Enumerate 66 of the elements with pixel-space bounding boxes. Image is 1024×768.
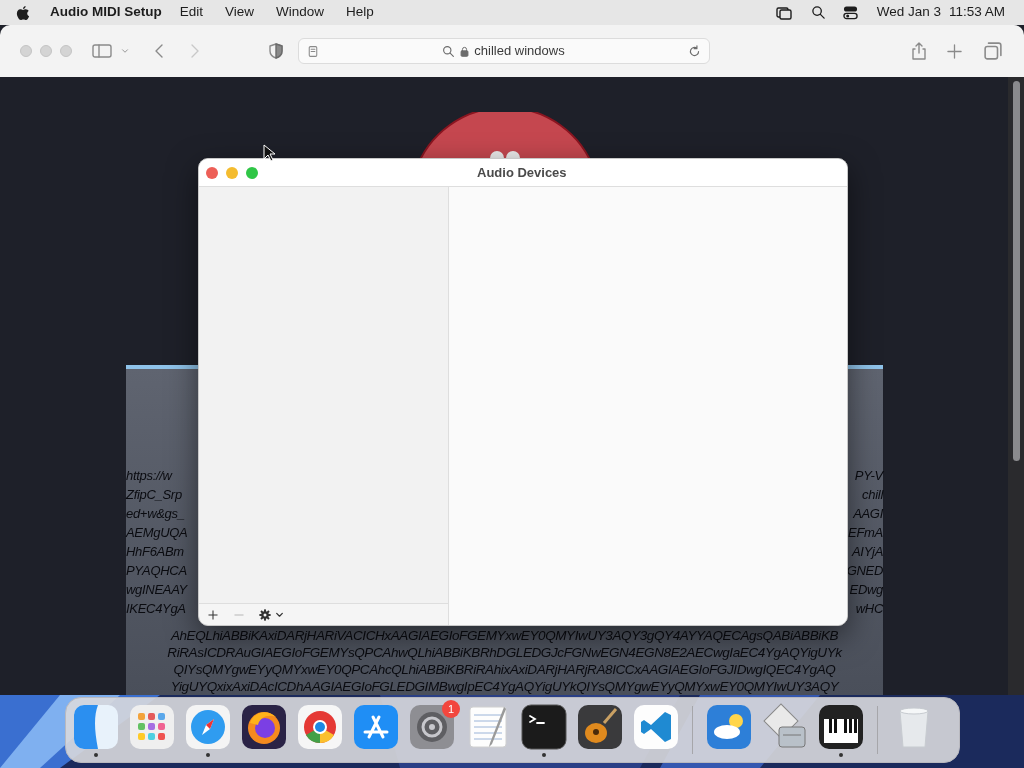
url-text: AEMgUQA — [126, 524, 188, 542]
url-text: https://w — [126, 467, 172, 485]
reload-icon[interactable] — [688, 44, 701, 58]
menu-item[interactable]: Window — [276, 2, 325, 23]
url-text: wgINEAAY — [126, 581, 187, 599]
url-text: EDwg — [849, 581, 883, 599]
url-text: ed+w&gs_ — [126, 505, 185, 523]
url-text: HhF6ABm — [126, 543, 184, 561]
reader-icon[interactable] — [307, 44, 319, 58]
ring-icon[interactable] — [296, 703, 344, 751]
url-text: YigUYQxixAxiDAcICDhAAGIAEGIoFGLEDGIMBwgIpEC4YgAQYigUYkQIYsQMYgwEYyQMYxwEY0QMYIwUY3AQY — [170, 678, 839, 695]
ribbon-icon[interactable] — [632, 703, 680, 751]
chevron-down-icon — [275, 610, 284, 619]
window-title: Audio Devices — [477, 163, 567, 182]
url-text: AhEQLhiABBiKAxiDARjHARiVACICHxAAGIAEGIoFGEMYxwEY0QMYIwUY3AQY3gQY4AYYAQECAgsQABiABBiKB — [170, 627, 839, 644]
url-text: QIYsQMYgwEYyQMYxwEY0QPCAhcQLhiABBiKBRiRAhixAxiDARjHARjRA8ICCxAAGIAEGIoFGJIDwgIQEC4YgAQ — [173, 661, 836, 678]
url-text: AIYjA — [852, 543, 883, 561]
lock-icon — [459, 44, 471, 58]
plus-icon[interactable] — [947, 43, 962, 59]
screen-mirroring-icon[interactable] — [774, 4, 793, 21]
grid-icon[interactable] — [128, 703, 176, 751]
toggles-icon[interactable] — [841, 5, 859, 20]
search-icon — [442, 44, 456, 58]
add-icon[interactable] — [207, 608, 219, 621]
tabs-overview-icon[interactable] — [984, 42, 1002, 60]
menu-item[interactable]: Edit — [179, 2, 203, 23]
close-button[interactable] — [206, 166, 218, 179]
split-face-square-icon[interactable] — [72, 703, 120, 751]
compass-icon[interactable] — [184, 703, 232, 751]
scrollbar[interactable] — [1008, 77, 1024, 695]
drive-icon[interactable] — [761, 703, 809, 751]
menu-time[interactable]: 11:53 AM — [948, 2, 1005, 23]
search-icon[interactable] — [810, 5, 826, 20]
url-text: RiRAsICDRAuGIAEGIoFGEMYsQPCAhwQLhiABBiKBRhDGLEDGJcFGNwEGN4EGN8E2AECwgIaEC4YgAQYigUYk — [167, 644, 842, 661]
minimize-button[interactable] — [226, 166, 238, 179]
share-icon[interactable] — [911, 42, 927, 60]
sidebar-icon[interactable] — [92, 43, 112, 59]
fox-globe-icon[interactable] — [240, 703, 288, 751]
url-text: wHC — [855, 600, 883, 618]
gear-icon — [259, 608, 271, 621]
menu-item[interactable]: View — [225, 2, 255, 23]
apple-icon[interactable] — [16, 4, 30, 21]
url-text: IKEC4YgA — [126, 600, 186, 618]
guitar-icon[interactable] — [576, 703, 624, 751]
piano-icon[interactable] — [817, 703, 865, 751]
cloud-icon[interactable] — [705, 703, 753, 751]
chevron-down-icon[interactable] — [120, 46, 130, 56]
url-text: GNED — [846, 562, 883, 580]
url-text: AAGI — [853, 505, 883, 523]
action-menu[interactable] — [259, 608, 284, 621]
url-text: ZfipC_Srp — [126, 486, 182, 504]
shield-icon[interactable] — [268, 43, 284, 59]
url-text: EFmA — [848, 524, 883, 542]
url-text: PYAQHCA — [126, 562, 187, 580]
menu-date[interactable]: Wed Jan 3 — [876, 2, 941, 23]
gear-icon[interactable] — [408, 703, 456, 751]
menu-item[interactable]: Help — [346, 2, 374, 23]
notification-badge: 1 — [442, 700, 460, 718]
terminal-icon[interactable] — [520, 703, 568, 751]
url-text: chill — [862, 486, 883, 504]
address-bar[interactable]: chilled windows — [298, 38, 710, 64]
app-menu[interactable]: Audio MIDI Setup — [50, 2, 162, 23]
url-text: PY-V — [854, 467, 883, 485]
address-text[interactable]: chilled windows — [474, 41, 565, 61]
zoom-button[interactable] — [246, 166, 258, 179]
letter-a-icon[interactable] — [352, 703, 400, 751]
